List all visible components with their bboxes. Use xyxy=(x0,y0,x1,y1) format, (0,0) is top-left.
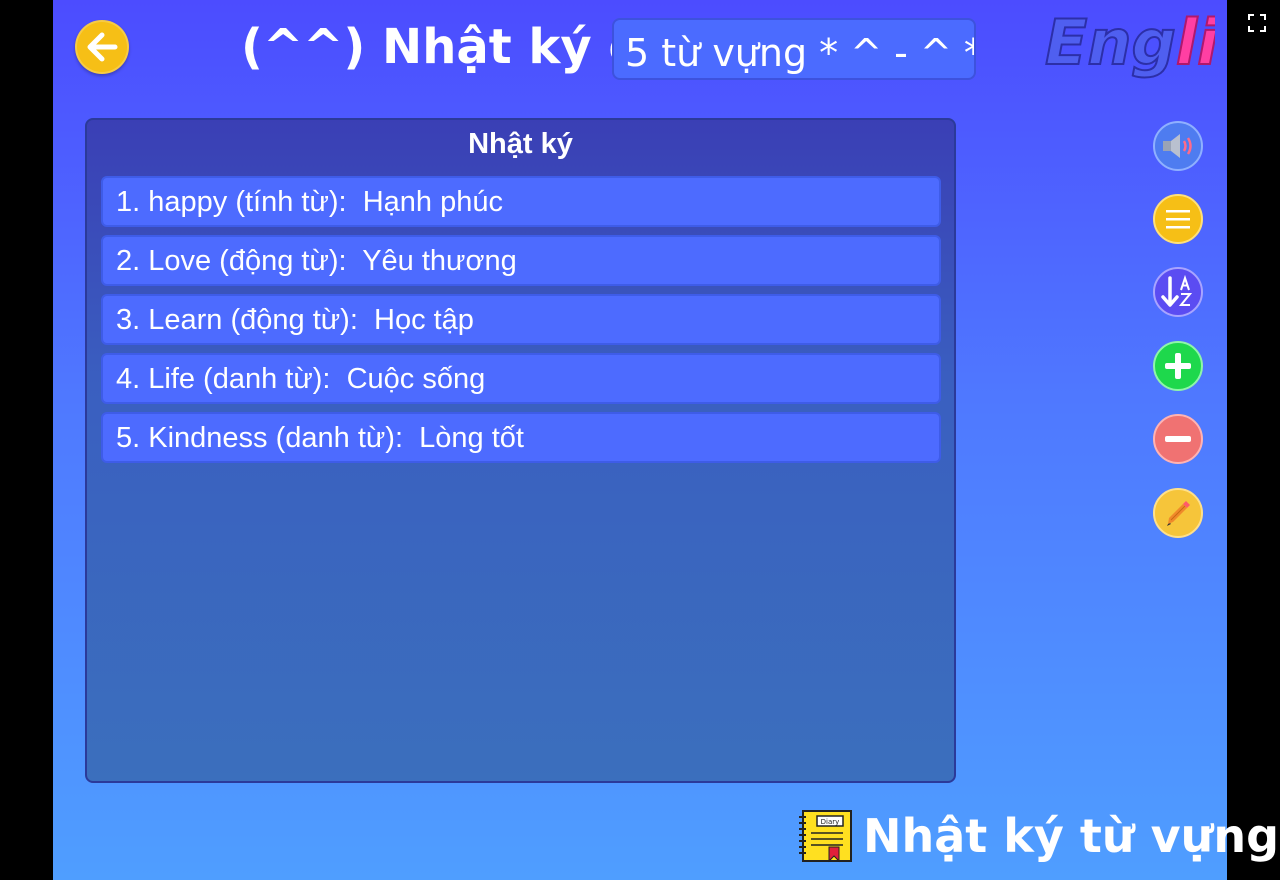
edit-button[interactable] xyxy=(1153,488,1203,538)
diary-book-icon: Diary xyxy=(799,810,852,863)
footer-title: Diary Nhật ký từ vựng xyxy=(797,808,1279,864)
list-item[interactable]: 1. happy (tính từ): Hạnh phúc xyxy=(101,176,941,227)
diary-panel: Nhật ký 1. happy (tính từ): Hạnh phúc 2.… xyxy=(85,118,956,783)
word-count-field: 5 từ vựng * ^ - ^ *) xyxy=(612,18,976,80)
app-stage: (^^) Nhật ký có: 5 từ vựng * ^ - ^ *) En… xyxy=(53,0,1279,880)
sound-button[interactable] xyxy=(1153,121,1203,171)
list-item[interactable]: 5. Kindness (danh từ): Lòng tốt xyxy=(101,412,941,463)
add-button[interactable] xyxy=(1153,341,1203,391)
list-item[interactable]: 3. Learn (động từ): Học tập xyxy=(101,294,941,345)
list-item[interactable]: 2. Love (động từ): Yêu thương xyxy=(101,235,941,286)
logo-part-eng: Eng xyxy=(1045,6,1176,79)
diary-icon-label: Diary xyxy=(821,818,840,826)
fullscreen-icon[interactable] xyxy=(1248,14,1266,32)
back-button[interactable] xyxy=(75,20,129,74)
menu-icon xyxy=(1166,210,1190,229)
remove-button[interactable] xyxy=(1153,414,1203,464)
panel-title: Nhật ký xyxy=(468,128,573,160)
english-logo: English xyxy=(1044,5,1215,80)
sort-button[interactable] xyxy=(1153,267,1203,317)
speaker-icon xyxy=(1163,134,1192,158)
word-list: 1. happy (tính từ): Hạnh phúc 2. Love (đ… xyxy=(101,176,941,471)
menu-button[interactable] xyxy=(1153,194,1203,244)
list-item[interactable]: 4. Life (danh từ): Cuộc sống xyxy=(101,353,941,404)
arrow-left-icon xyxy=(87,32,118,62)
logo-part-lish: lish xyxy=(1176,6,1215,79)
sort-az-icon xyxy=(1161,274,1193,307)
plus-icon xyxy=(1165,353,1191,379)
pencil-icon xyxy=(1167,501,1190,526)
logo-text: English xyxy=(1045,6,1215,79)
minus-icon xyxy=(1165,436,1191,442)
footer-label: Nhật ký từ vựng xyxy=(863,809,1280,863)
